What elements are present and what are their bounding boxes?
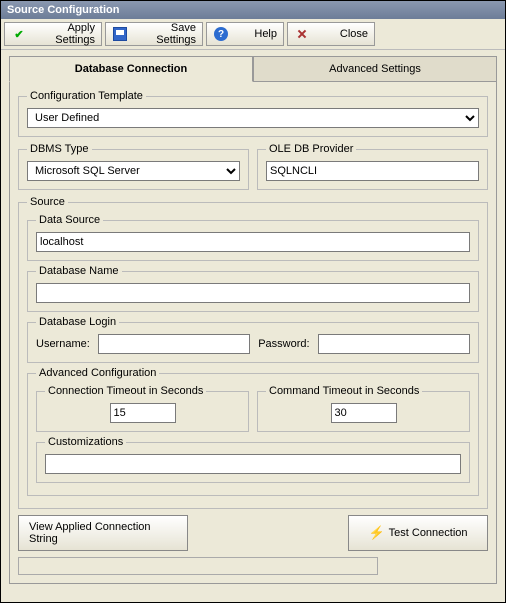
save-icon xyxy=(112,26,128,42)
tab-advanced-settings[interactable]: Advanced Settings xyxy=(253,56,497,82)
configuration-template-group: Configuration Template User Defined xyxy=(18,90,488,137)
test-connection-button[interactable]: ⚡ Test Connection xyxy=(348,515,488,551)
connection-timeout-legend: Connection Timeout in Seconds xyxy=(45,385,206,397)
view-connection-string-button[interactable]: View Applied Connection String xyxy=(18,515,188,551)
dbms-type-group: DBMS Type Microsoft SQL Server xyxy=(18,143,249,190)
ole-provider-group: OLE DB Provider xyxy=(257,143,488,190)
tab-database-connection[interactable]: Database Connection xyxy=(9,56,253,82)
status-box xyxy=(18,557,378,575)
view-connection-string-label: View Applied Connection String xyxy=(29,521,177,545)
bottom-button-row: View Applied Connection String ⚡ Test Co… xyxy=(18,515,488,551)
tab-panel: Configuration Template User Defined DBMS… xyxy=(9,82,497,584)
help-label: Help xyxy=(233,28,277,40)
customizations-legend: Customizations xyxy=(45,436,126,448)
save-settings-button[interactable]: Save Settings xyxy=(105,22,203,46)
tab-strip: Database Connection Advanced Settings xyxy=(1,56,505,82)
customizations-input[interactable] xyxy=(45,454,461,474)
ole-provider-legend: OLE DB Provider xyxy=(266,143,356,155)
advanced-config-legend: Advanced Configuration xyxy=(36,367,159,379)
connection-timeout-input[interactable] xyxy=(110,403,176,423)
command-timeout-legend: Command Timeout in Seconds xyxy=(266,385,422,397)
apply-settings-label: Apply Settings xyxy=(31,22,95,46)
source-legend: Source xyxy=(27,196,68,208)
close-button[interactable]: Close xyxy=(287,22,375,46)
password-label: Password: xyxy=(258,338,309,350)
username-input[interactable] xyxy=(98,334,250,354)
window-title: Source Configuration xyxy=(1,1,505,19)
advanced-config-group: Advanced Configuration Connection Timeou… xyxy=(27,367,479,496)
connection-timeout-group: Connection Timeout in Seconds xyxy=(36,385,249,432)
save-settings-label: Save Settings xyxy=(132,22,196,46)
tab-database-connection-label: Database Connection xyxy=(75,63,187,75)
check-icon: ✔ xyxy=(11,26,27,42)
toolbar: ✔ Apply Settings Save Settings ? Help Cl… xyxy=(1,19,505,50)
username-label: Username: xyxy=(36,338,90,350)
configuration-template-legend: Configuration Template xyxy=(27,90,146,102)
close-icon xyxy=(294,26,310,42)
database-login-group: Database Login Username: Password: xyxy=(27,316,479,363)
customizations-group: Customizations xyxy=(36,436,470,483)
database-login-legend: Database Login xyxy=(36,316,119,328)
help-button[interactable]: ? Help xyxy=(206,22,284,46)
dbms-type-select[interactable]: Microsoft SQL Server xyxy=(27,161,240,181)
command-timeout-group: Command Timeout in Seconds xyxy=(257,385,470,432)
command-timeout-input[interactable] xyxy=(331,403,397,423)
data-source-legend: Data Source xyxy=(36,214,103,226)
test-connection-label: Test Connection xyxy=(389,527,468,539)
database-name-group: Database Name xyxy=(27,265,479,312)
dbms-type-legend: DBMS Type xyxy=(27,143,92,155)
database-name-input[interactable] xyxy=(36,283,470,303)
help-icon: ? xyxy=(213,26,229,42)
spacer xyxy=(196,515,340,551)
data-source-group: Data Source xyxy=(27,214,479,261)
bolt-icon: ⚡ xyxy=(368,525,384,541)
ole-provider-input[interactable] xyxy=(266,161,479,181)
database-name-legend: Database Name xyxy=(36,265,122,277)
source-group: Source Data Source Database Name Databas… xyxy=(18,196,488,509)
data-source-input[interactable] xyxy=(36,232,470,252)
close-label: Close xyxy=(314,28,368,40)
apply-settings-button[interactable]: ✔ Apply Settings xyxy=(4,22,102,46)
configuration-template-select[interactable]: User Defined xyxy=(27,108,479,128)
window-root: Source Configuration ✔ Apply Settings Sa… xyxy=(0,0,506,603)
password-input[interactable] xyxy=(318,334,470,354)
tab-advanced-settings-label: Advanced Settings xyxy=(329,63,421,75)
